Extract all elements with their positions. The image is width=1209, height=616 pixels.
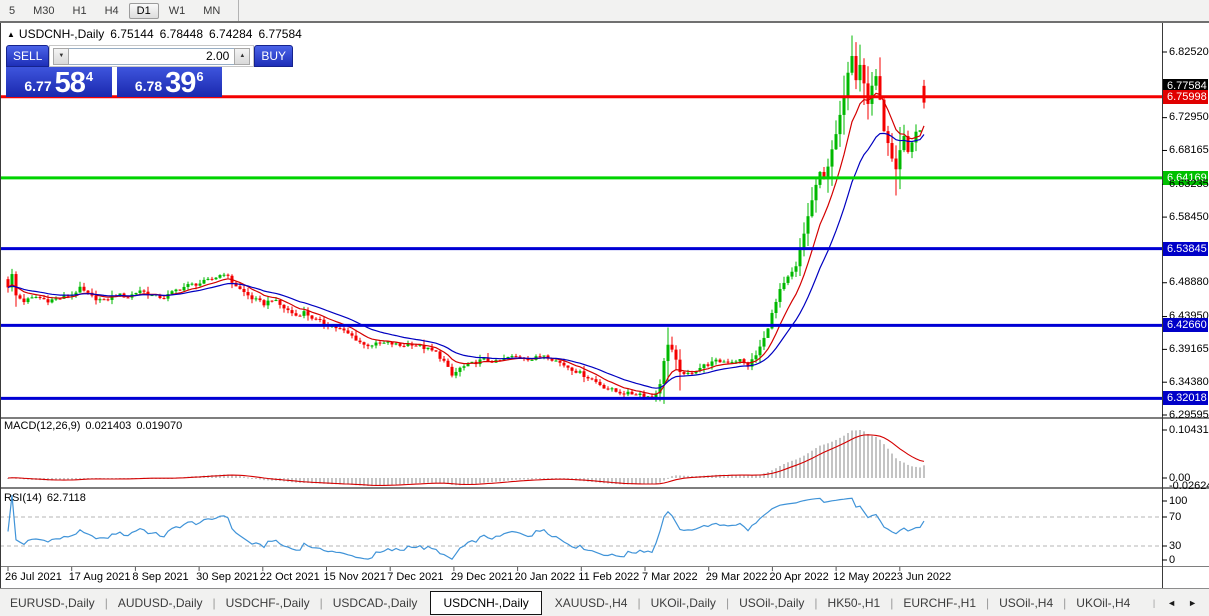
sell-price-pip: 4 <box>86 69 93 84</box>
price-axis-tick: 6.63235 <box>1169 178 1209 191</box>
price-axis-tick: 6.82520 <box>1169 46 1209 59</box>
date-axis-label: 3 Jun 2022 <box>897 571 951 583</box>
chart-collapse-icon[interactable]: ▲ <box>7 30 15 39</box>
chart-tab-usoil-h4[interactable]: USOil-,H4 <box>989 596 1063 610</box>
ohlc-close: 6.77584 <box>258 27 301 41</box>
rsi-axis-tick: 30 <box>1169 540 1181 553</box>
rsi-indicator-label: RSI(14) 62.7118 <box>4 492 86 504</box>
macd-value-signal: 0.019070 <box>136 420 182 432</box>
sell-price-display[interactable]: 6.77 58 4 <box>6 67 112 97</box>
rsi-axis-tick: 100 <box>1169 495 1187 508</box>
timeframe-button-h4[interactable]: H4 <box>97 3 127 19</box>
date-axis-label: 8 Sep 2021 <box>132 571 188 583</box>
date-axis-label: 17 Aug 2021 <box>69 571 131 583</box>
volume-increase-button[interactable]: ▲ <box>234 48 250 65</box>
chart-symbol-label: USDCNH-,Daily <box>19 27 104 41</box>
tab-divider: | <box>1153 598 1155 608</box>
price-axis-tick: 6.48880 <box>1169 276 1209 289</box>
price-axis-tick: 6.34380 <box>1169 376 1209 389</box>
volume-control: ▼ ▲ <box>49 45 254 67</box>
level-price-label: 6.53845 <box>1163 242 1208 256</box>
timeframe-button-d1[interactable]: D1 <box>129 3 159 19</box>
tabs-scroll-left-icon[interactable]: ◄ <box>1167 598 1176 608</box>
timeframe-button-w1[interactable]: W1 <box>161 3 194 19</box>
toolbar-separator <box>238 0 239 21</box>
chart-tab-audusd-daily[interactable]: AUDUSD-,Daily <box>108 596 213 610</box>
timeframe-button-h1[interactable]: H1 <box>65 3 95 19</box>
ohlc-high: 6.78448 <box>160 27 203 41</box>
timeframe-button-mn[interactable]: MN <box>195 3 228 19</box>
date-axis-label: 29 Dec 2021 <box>451 571 513 583</box>
chart-tab-usdcnh-daily[interactable]: USDCNH-,Daily <box>430 591 541 615</box>
level-price-label: 6.32018 <box>1163 391 1208 405</box>
tabs-scroll-right-icon[interactable]: ► <box>1188 598 1197 608</box>
date-axis-label: 7 Mar 2022 <box>642 571 698 583</box>
level-price-label: 6.75998 <box>1163 90 1208 104</box>
date-axis-label: 30 Sep 2021 <box>196 571 258 583</box>
date-axis-label: 29 Mar 2022 <box>706 571 768 583</box>
chart-tab-usdcad-daily[interactable]: USDCAD-,Daily <box>323 596 428 610</box>
chart-tab-xauusd-h4[interactable]: XAUUSD-,H4 <box>545 596 638 610</box>
chart-tab-ukoil-h4[interactable]: UKOil-,H4 <box>1066 596 1140 610</box>
date-axis-label: 12 May 2022 <box>833 571 897 583</box>
date-axis-label: 15 Nov 2021 <box>324 571 386 583</box>
price-axis-tick: 6.29595 <box>1169 409 1209 422</box>
macd-value-main: 0.021403 <box>85 420 131 432</box>
price-axis-tick: 6.58450 <box>1169 211 1209 224</box>
date-axis-label: 7 Dec 2021 <box>387 571 443 583</box>
chart-title: ▲ USDCNH-,Daily 6.75144 6.78448 6.74284 6.775… <box>7 27 302 41</box>
sell-price-prefix: 6.77 <box>24 78 51 94</box>
tab-scroll-controls: | ◄ ► <box>1153 598 1209 608</box>
buy-price-prefix: 6.78 <box>135 78 162 94</box>
timeframe-button-m30[interactable]: M30 <box>25 3 62 19</box>
date-axis-label: 20 Apr 2022 <box>769 571 828 583</box>
macd-axis-tick: -0.026249 <box>1169 480 1209 493</box>
rsi-axis-tick: 70 <box>1169 511 1181 524</box>
chart-tab-eurusd-daily[interactable]: EURUSD-,Daily <box>0 596 105 610</box>
date-axis-label: 11 Feb 2022 <box>578 571 639 583</box>
sell-price-big: 58 <box>55 70 85 96</box>
macd-indicator-label: MACD(12,26,9) 0.021403 0.019070 <box>4 420 182 432</box>
macd-name: MACD(12,26,9) <box>4 420 80 432</box>
buy-button[interactable]: BUY <box>254 45 293 67</box>
sell-button[interactable]: SELL <box>6 45 49 67</box>
chart-tab-ukoil-daily[interactable]: UKOil-,Daily <box>641 596 726 610</box>
date-axis-label: 26 Jul 2021 <box>5 571 62 583</box>
buy-price-pip: 6 <box>196 69 203 84</box>
price-axis-tick: 6.39165 <box>1169 343 1209 356</box>
date-axis-label: 22 Oct 2021 <box>260 571 320 583</box>
ohlc-open: 6.75144 <box>110 27 153 41</box>
mt4-chart-window: 5M30H1H4D1W1MN ▲ USDCNH-,Daily 6.75144 6.78… <box>0 0 1209 616</box>
price-axis-tick: 6.68165 <box>1169 144 1209 157</box>
date-axis-label: 20 Jan 2022 <box>515 571 576 583</box>
price-axis-tick: 6.72950 <box>1169 111 1209 124</box>
chart-tab-usdchf-daily[interactable]: USDCHF-,Daily <box>216 596 320 610</box>
chart-tab-eurchf-h1[interactable]: EURCHF-,H1 <box>893 596 986 610</box>
ohlc-low: 6.74284 <box>209 27 252 41</box>
level-price-label: 6.42660 <box>1163 318 1208 332</box>
chart-tabs: EURUSD-,Daily|AUDUSD-,Daily|USDCHF-,Dail… <box>0 588 1209 616</box>
volume-input[interactable] <box>69 48 234 65</box>
timeframe-toolbar: 5M30H1H4D1W1MN <box>0 0 1209 23</box>
buy-price-display[interactable]: 6.78 39 6 <box>117 67 223 97</box>
chart-tab-hk50-h1[interactable]: HK50-,H1 <box>818 596 891 610</box>
buy-price-big: 39 <box>165 70 195 96</box>
one-click-trade-panel: SELL ▼ ▲ BUY 6.77 58 4 6.78 39 6 <box>6 45 222 97</box>
volume-decrease-button[interactable]: ▼ <box>53 48 69 65</box>
chart-tab-usoil-daily[interactable]: USOil-,Daily <box>729 596 814 610</box>
timeframe-button-5[interactable]: 5 <box>1 3 23 19</box>
rsi-name: RSI(14) <box>4 492 42 504</box>
rsi-axis-tick: 0 <box>1169 554 1175 567</box>
rsi-value: 62.7118 <box>47 492 86 504</box>
macd-axis-tick: 0.104313 <box>1169 424 1209 437</box>
